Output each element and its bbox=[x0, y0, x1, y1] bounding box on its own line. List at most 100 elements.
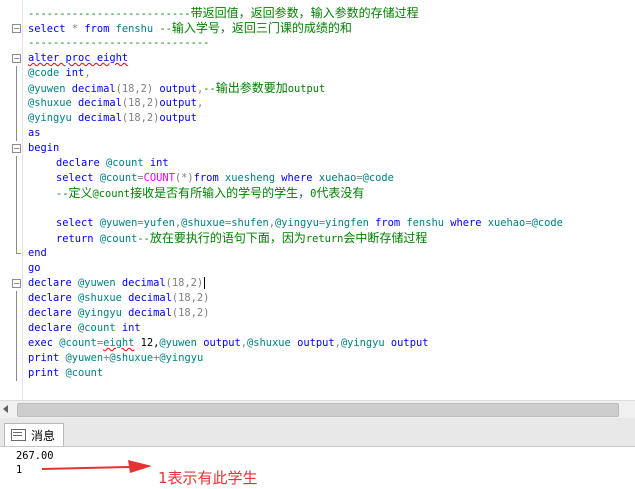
code-line[interactable]: print @yuwen+@shuxue+@yingyu bbox=[0, 351, 635, 366]
code-line[interactable]: as bbox=[0, 126, 635, 141]
annotation-arrow bbox=[41, 460, 152, 473]
scroll-left-arrow-icon[interactable] bbox=[3, 405, 8, 413]
code-token: (18,2) bbox=[165, 277, 204, 289]
code-token: output bbox=[159, 112, 197, 124]
code-line[interactable] bbox=[0, 201, 635, 216]
annotation-arrow-head bbox=[128, 460, 152, 473]
outline-guide bbox=[16, 291, 17, 306]
outline-guide bbox=[16, 66, 17, 81]
code-token: 带返回值，返回参数，输入参数的存储过程 bbox=[190, 6, 419, 20]
code-token: @yingyu bbox=[275, 217, 319, 229]
code-token: 12, bbox=[134, 337, 160, 349]
code-token: declare bbox=[28, 292, 79, 304]
code-token: decimal bbox=[78, 97, 122, 109]
code-text: end bbox=[28, 246, 47, 261]
outline-guide bbox=[16, 231, 17, 246]
code-text: declare @count int bbox=[28, 321, 141, 336]
code-token: @code bbox=[28, 67, 66, 79]
code-token: 输入学号，返回三门课的成绩的和 bbox=[171, 21, 352, 35]
code-token: -------------------------- bbox=[28, 8, 191, 20]
code-token: 代表没有 bbox=[316, 186, 365, 200]
sql-editor[interactable]: --------------------------带返回值，返回参数，输入参数… bbox=[0, 0, 635, 400]
code-token: -- bbox=[137, 233, 150, 245]
code-token: COUNT bbox=[143, 172, 175, 184]
code-text: exec @count=eight 12,@yuwen output,@shux… bbox=[28, 336, 428, 351]
code-line[interactable]: exec @count=eight 12,@yuwen output,@shux… bbox=[0, 336, 635, 351]
scrollbar-thumb[interactable] bbox=[17, 403, 619, 417]
code-token: exec bbox=[28, 337, 60, 349]
tab-messages-label: 消息 bbox=[31, 428, 56, 443]
code-text: ----------------------------- bbox=[28, 36, 209, 51]
code-token: print bbox=[28, 352, 66, 364]
collapse-toggle-icon[interactable]: − bbox=[12, 279, 21, 288]
code-token: @count bbox=[59, 337, 97, 349]
code-line[interactable]: print @count bbox=[0, 366, 635, 381]
code-line[interactable]: ----------------------------- bbox=[0, 36, 635, 51]
code-token: @count bbox=[92, 188, 131, 200]
code-token: output bbox=[203, 337, 241, 349]
code-line[interactable]: − begin bbox=[0, 141, 635, 156]
code-line[interactable]: --定义@count接收是否有所输入的学号的学生，0代表没有 bbox=[0, 186, 635, 201]
code-line[interactable]: @yingyu decimal(18,2)output bbox=[0, 111, 635, 126]
code-token: declare bbox=[56, 157, 107, 169]
code-text: declare @shuxue decimal(18,2) bbox=[28, 291, 209, 306]
collapse-toggle-icon[interactable]: − bbox=[12, 54, 21, 63]
code-text: @yuwen decimal(18,2) output,--输出参数要加outp… bbox=[28, 81, 325, 97]
code-token: * bbox=[65, 23, 85, 35]
code-token: select bbox=[28, 23, 66, 35]
outline-guide bbox=[16, 246, 17, 254]
code-line[interactable]: − select * from fenshu --输入学号，返回三门课的成绩的和 bbox=[0, 21, 635, 36]
code-token: declare bbox=[28, 307, 79, 319]
code-token: @yuwen bbox=[159, 337, 204, 349]
annotation-arrow-shaft bbox=[41, 466, 131, 470]
outline-guide bbox=[16, 321, 17, 336]
code-line[interactable]: @code int, bbox=[0, 66, 635, 81]
annotation-text: 1表示有此学生 bbox=[158, 469, 258, 487]
code-token: @yingyu bbox=[340, 337, 391, 349]
code-line[interactable]: --------------------------带返回值，返回参数，输入参数… bbox=[0, 6, 635, 21]
code-token: @shuxue bbox=[28, 97, 79, 109]
collapse-toggle-icon[interactable]: − bbox=[12, 144, 21, 153]
code-token: 定义 bbox=[68, 186, 93, 200]
code-line[interactable]: @yuwen decimal(18,2) output,--输出参数要加outp… bbox=[0, 81, 635, 96]
code-token: select bbox=[56, 217, 100, 229]
code-token: -- bbox=[56, 188, 69, 200]
code-line[interactable]: − alter proc eight bbox=[0, 51, 635, 66]
code-line[interactable]: declare @shuxue decimal(18,2) bbox=[0, 291, 635, 306]
outline-guide bbox=[16, 96, 17, 111]
code-token: select bbox=[56, 172, 100, 184]
code-line[interactable]: declare @count int bbox=[0, 321, 635, 336]
code-text: declare @count int bbox=[56, 156, 169, 171]
code-token: @shuxue bbox=[181, 217, 225, 229]
code-token: begin bbox=[28, 142, 60, 154]
code-token: from bbox=[84, 23, 110, 35]
code-line[interactable]: end bbox=[0, 246, 635, 261]
code-token: 输出参数要加 bbox=[215, 81, 288, 95]
code-line[interactable]: declare @yingyu decimal(18,2) bbox=[0, 306, 635, 321]
code-line[interactable]: select @count=COUNT(*)from xuesheng wher… bbox=[0, 171, 635, 186]
outline-guide bbox=[16, 351, 17, 366]
code-token: decimal bbox=[128, 307, 172, 319]
code-line[interactable]: return @count--放在要执行的语句下面，因为return会中断存储过… bbox=[0, 231, 635, 246]
code-token: @code bbox=[362, 172, 394, 184]
code-token: (18,2) bbox=[121, 97, 160, 109]
code-line[interactable]: go bbox=[0, 261, 635, 276]
outline-guide bbox=[16, 171, 17, 186]
code-token: int bbox=[121, 322, 141, 334]
collapse-toggle-icon[interactable]: − bbox=[12, 24, 21, 33]
code-text: return @count--放在要执行的语句下面，因为return会中断存储过… bbox=[56, 231, 427, 247]
code-text: as bbox=[28, 126, 41, 141]
code-line[interactable]: − declare @yuwen decimal(18,2) bbox=[0, 276, 635, 291]
code-token: (18,2) bbox=[121, 112, 160, 124]
code-token: @count bbox=[78, 322, 122, 334]
code-token: @count bbox=[106, 157, 150, 169]
code-token: output bbox=[159, 97, 197, 109]
code-token: decimal bbox=[128, 292, 172, 304]
code-line[interactable]: select @yuwen=yufen,@shuxue=shufen,@ying… bbox=[0, 216, 635, 231]
code-text: @yingyu decimal(18,2)output bbox=[28, 111, 197, 126]
horizontal-scrollbar[interactable] bbox=[0, 400, 635, 418]
outline-guide bbox=[16, 336, 17, 351]
code-line[interactable]: declare @count int bbox=[0, 156, 635, 171]
tab-messages[interactable]: 消息 bbox=[4, 423, 65, 446]
code-line[interactable]: @shuxue decimal(18,2)output, bbox=[0, 96, 635, 111]
